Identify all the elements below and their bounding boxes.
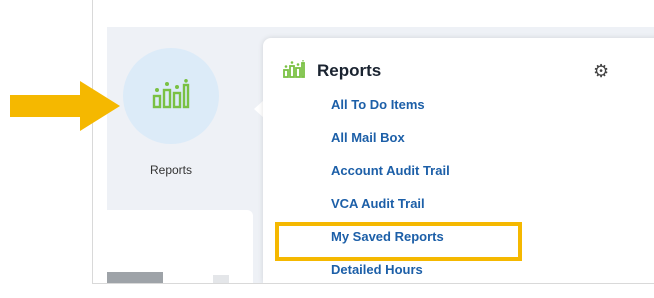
panel-title: Reports — [317, 61, 382, 80]
menu-item-account-audit-trail[interactable]: Account Audit Trail — [331, 162, 450, 195]
menu-item-detailed-hours[interactable]: Detailed Hours — [331, 261, 450, 283]
reports-tile-label: Reports — [149, 163, 193, 177]
bar-chart-icon — [152, 78, 190, 114]
arrow-annotation-icon — [10, 81, 122, 136]
reports-launcher-tile[interactable] — [123, 48, 219, 144]
background-fragment — [213, 275, 229, 283]
menu-item-all-mail-box[interactable]: All Mail Box — [331, 129, 450, 162]
panel-header: Reports — [283, 59, 382, 83]
background-bar — [107, 272, 163, 283]
gear-icon[interactable]: ⚙ — [593, 62, 609, 80]
highlight-box — [275, 222, 522, 261]
bar-chart-icon — [283, 59, 305, 83]
menu-item-all-to-do-items[interactable]: All To Do Items — [331, 96, 450, 129]
